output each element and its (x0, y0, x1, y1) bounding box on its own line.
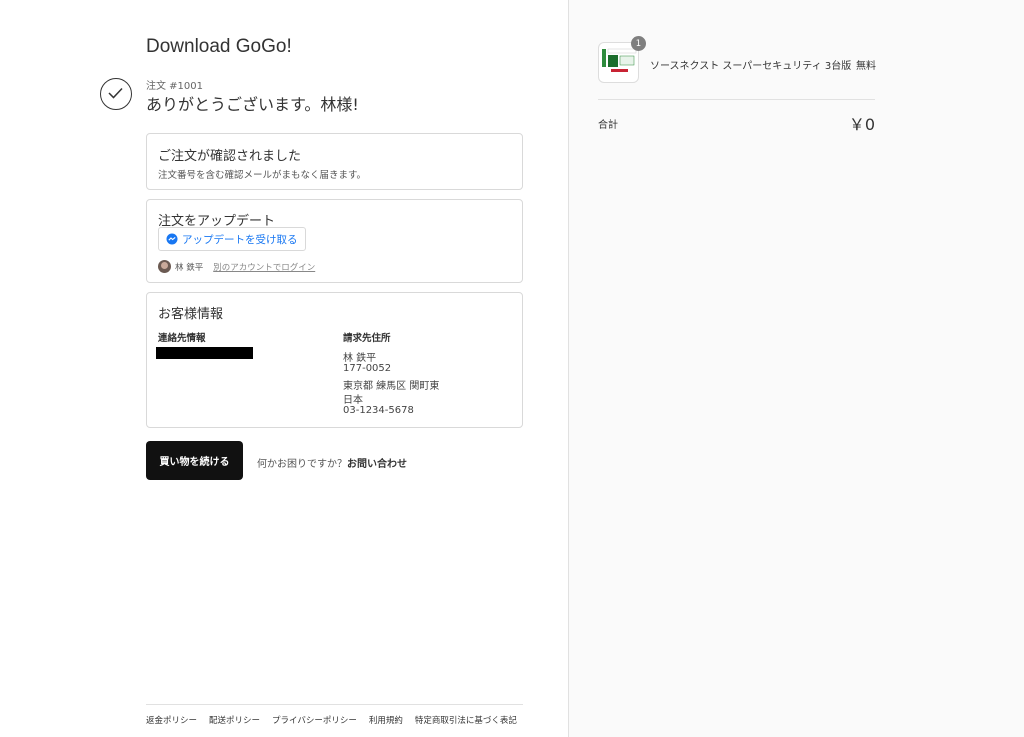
footer-links: 返金ポリシー 配送ポリシー プライバシーポリシー 利用規約 特定商取引法に基づく… (146, 714, 517, 726)
help-text: 何かお困りですか？お問い合わせ (257, 455, 407, 470)
thank-you-heading: ありがとうございます。林様! (146, 95, 359, 114)
shipping-policy-link[interactable]: 配送ポリシー (209, 714, 260, 726)
contact-link[interactable]: お問い合わせ (347, 459, 407, 470)
billing-name: 林 鉄平 (343, 353, 377, 364)
messenger-icon (166, 233, 178, 245)
switch-account-link[interactable]: 別のアカウントでログイン (213, 261, 315, 273)
customer-info-card: お客様情報 連絡先情報 請求先住所 林 鉄平 177-0052 東京都 練馬区 … (146, 292, 523, 428)
messenger-button-label: アップデートを受け取る (182, 233, 298, 246)
total-label: 合計 (598, 120, 618, 131)
order-confirmed-title: ご注文が確認されました (158, 149, 302, 164)
messenger-updates-button[interactable]: アップデートを受け取る (158, 227, 306, 251)
order-confirmed-text: 注文番号を含む確認メールがまもなく届きます。 (158, 170, 367, 181)
user-name: 林 鉄平 (175, 262, 204, 273)
avatar (158, 260, 171, 273)
main-column: Download GoGo! 注文 #1001 ありがとうございます。林様! ご… (0, 0, 568, 737)
order-update-card: 注文をアップデート アップデートを受け取る 林 鉄平 別のアカウントでログイン (146, 199, 523, 283)
refund-policy-link[interactable]: 返金ポリシー (146, 714, 197, 726)
billing-phone: 03-1234-5678 (343, 405, 414, 416)
total-value: ￥0 (848, 115, 875, 134)
contact-info-heading: 連絡先情報 (158, 333, 206, 344)
footer-divider (146, 704, 523, 705)
customer-info-title: お客様情報 (158, 307, 224, 322)
billing-address-heading: 請求先住所 (343, 333, 391, 344)
quantity-badge: 1 (631, 36, 646, 51)
help-prefix: 何かお困りですか？ (257, 459, 347, 470)
billing-postal-code: 177-0052 (343, 363, 392, 374)
product-name: ソースネクスト スーパーセキュリティ 3台版 (650, 61, 852, 72)
billing-country: 日本 (343, 395, 363, 406)
billing-address: 東京都 練馬区 関町東 (343, 381, 440, 392)
order-number: 注文 #1001 (146, 81, 204, 92)
continue-shopping-button[interactable]: 買い物を続ける (146, 441, 243, 480)
checkmark-icon (100, 78, 132, 110)
order-summary-sidebar (568, 0, 1024, 737)
summary-divider (598, 99, 875, 100)
order-confirmed-card: ご注文が確認されました 注文番号を含む確認メールがまもなく届きます。 (146, 133, 523, 190)
privacy-policy-link[interactable]: プライバシーポリシー (272, 714, 357, 726)
shop-name[interactable]: Download GoGo! (146, 36, 292, 58)
logged-in-user: 林 鉄平 別のアカウントでログイン (158, 260, 315, 273)
product-price: 無料 (856, 61, 876, 72)
redacted-email (156, 347, 253, 359)
legal-notice-link[interactable]: 特定商取引法に基づく表記 (415, 714, 517, 726)
terms-link[interactable]: 利用規約 (369, 714, 403, 726)
